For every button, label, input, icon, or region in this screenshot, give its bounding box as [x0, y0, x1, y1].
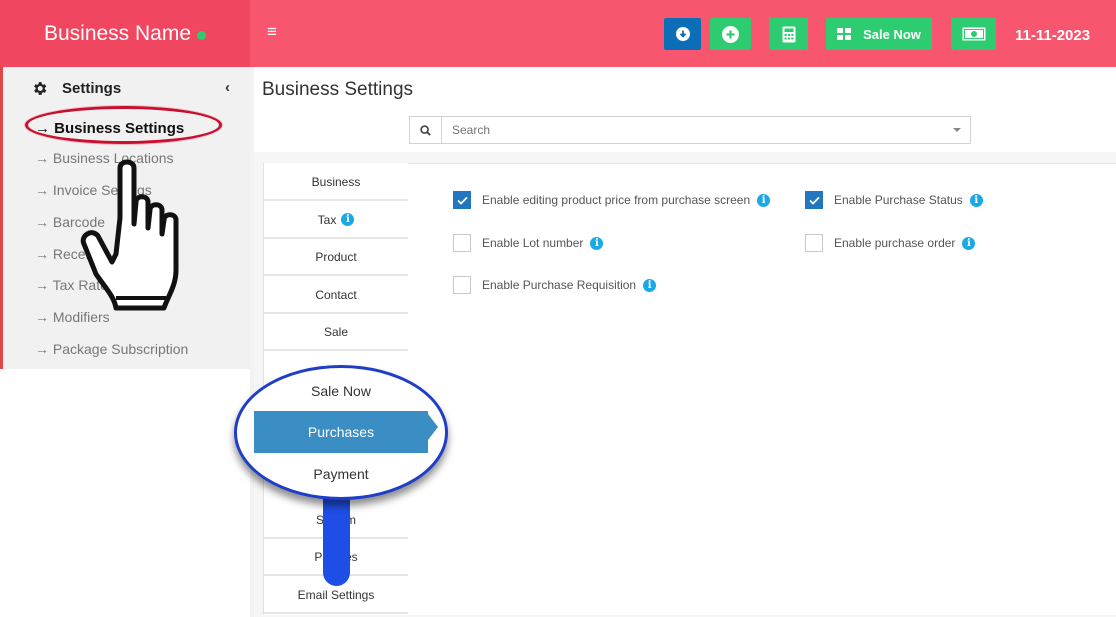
grid-icon — [837, 28, 852, 40]
option-label: Enable editing product price from purcha… — [482, 193, 751, 207]
tab-label: Payment — [313, 466, 369, 482]
check-icon — [456, 196, 468, 205]
online-status-dot — [197, 31, 207, 40]
sale-now-button[interactable]: Sale Now — [826, 18, 932, 50]
search-input[interactable] — [442, 118, 953, 142]
money-bill-icon — [962, 27, 985, 41]
purchases-settings-panel — [408, 163, 1116, 615]
download-button[interactable] — [664, 18, 701, 50]
option-enable-purchase-status: Enable Purchase Status i — [805, 191, 983, 209]
plus-circle-icon — [722, 25, 739, 43]
option-label: Enable Lot number — [482, 236, 584, 250]
check-icon — [808, 196, 820, 205]
top-bar: ≡ Sale Now 11-11-2023 — [250, 0, 1116, 67]
tab-label: Sale — [323, 324, 349, 339]
cash-register-button[interactable] — [951, 18, 996, 50]
menu-toggle-icon[interactable]: ≡ — [267, 22, 277, 42]
tab-label: Sale Now — [311, 383, 371, 399]
caret-down-icon[interactable] — [953, 128, 961, 132]
tab-payment[interactable]: Payment — [254, 453, 428, 495]
info-icon[interactable]: i — [962, 236, 976, 250]
tab-sale-now[interactable]: Sale Now — [254, 370, 428, 412]
tab-label: Email Settings — [297, 587, 375, 602]
info-icon[interactable]: i — [341, 213, 355, 226]
sidebar-section-label: Settings — [62, 80, 122, 97]
tab-sale[interactable]: Sale — [264, 314, 408, 351]
brand-name[interactable]: Business Name — [0, 0, 250, 67]
sidebar-section-settings[interactable]: Settings — [31, 80, 121, 97]
option-edit-price-from-purchase: Enable editing product price from purcha… — [453, 191, 771, 209]
option-enable-purchase-order: Enable purchase order i — [805, 234, 976, 252]
brand-name-label: Business Name — [43, 21, 192, 45]
pointing-hand-icon — [80, 159, 179, 311]
sale-now-label: Sale Now — [863, 26, 921, 42]
tab-tax[interactable]: Tax i — [264, 202, 408, 239]
option-enable-lot-number: Enable Lot number i — [453, 234, 604, 252]
sidebar-item-package-subscription[interactable]: → Package Subscription — [35, 341, 188, 357]
tab-label: Tax — [317, 212, 337, 227]
calculator-button[interactable] — [769, 18, 808, 50]
search-icon — [410, 117, 442, 143]
download-icon — [675, 27, 690, 41]
info-icon[interactable]: i — [969, 193, 983, 207]
tab-label: Purchases — [307, 424, 375, 440]
highlight-oval-annotation — [25, 106, 222, 144]
info-icon[interactable]: i — [643, 278, 657, 292]
tab-contact[interactable]: Contact — [264, 277, 408, 314]
checkbox[interactable] — [805, 234, 823, 252]
settings-search[interactable] — [409, 116, 971, 144]
tab-label: Contact — [315, 287, 357, 302]
tab-product[interactable]: Product — [264, 239, 408, 276]
tab-label: Business — [311, 174, 361, 189]
gear-icon — [34, 82, 47, 95]
checkbox[interactable] — [453, 234, 471, 252]
checkbox[interactable] — [453, 276, 471, 294]
info-icon[interactable]: i — [590, 236, 604, 250]
current-date: 11-11-2023 — [1015, 27, 1091, 44]
option-label: Enable Purchase Requisition — [482, 278, 637, 292]
magnifier-callout: Sale Now Purchases Payment — [234, 365, 448, 500]
tab-purchases[interactable]: Purchases — [254, 411, 428, 453]
calculator-icon — [782, 26, 795, 42]
info-icon[interactable]: i — [757, 193, 771, 207]
checkbox-checked[interactable] — [453, 191, 471, 209]
checkbox-checked[interactable] — [805, 191, 823, 209]
chevron-left-icon[interactable]: ‹ — [225, 79, 230, 96]
sidebar-empty-area — [0, 369, 250, 617]
option-label: Enable Purchase Status — [834, 193, 963, 207]
active-tab-arrow — [428, 414, 438, 440]
page-title: Business Settings — [262, 79, 414, 100]
option-enable-purchase-requisition: Enable Purchase Requisition i — [453, 276, 657, 294]
add-button[interactable] — [710, 18, 751, 50]
option-label: Enable purchase order — [834, 236, 956, 250]
magnifier-handle-annotation — [323, 498, 350, 586]
tab-business[interactable]: Business — [264, 164, 408, 201]
tab-label: Product — [315, 249, 357, 264]
